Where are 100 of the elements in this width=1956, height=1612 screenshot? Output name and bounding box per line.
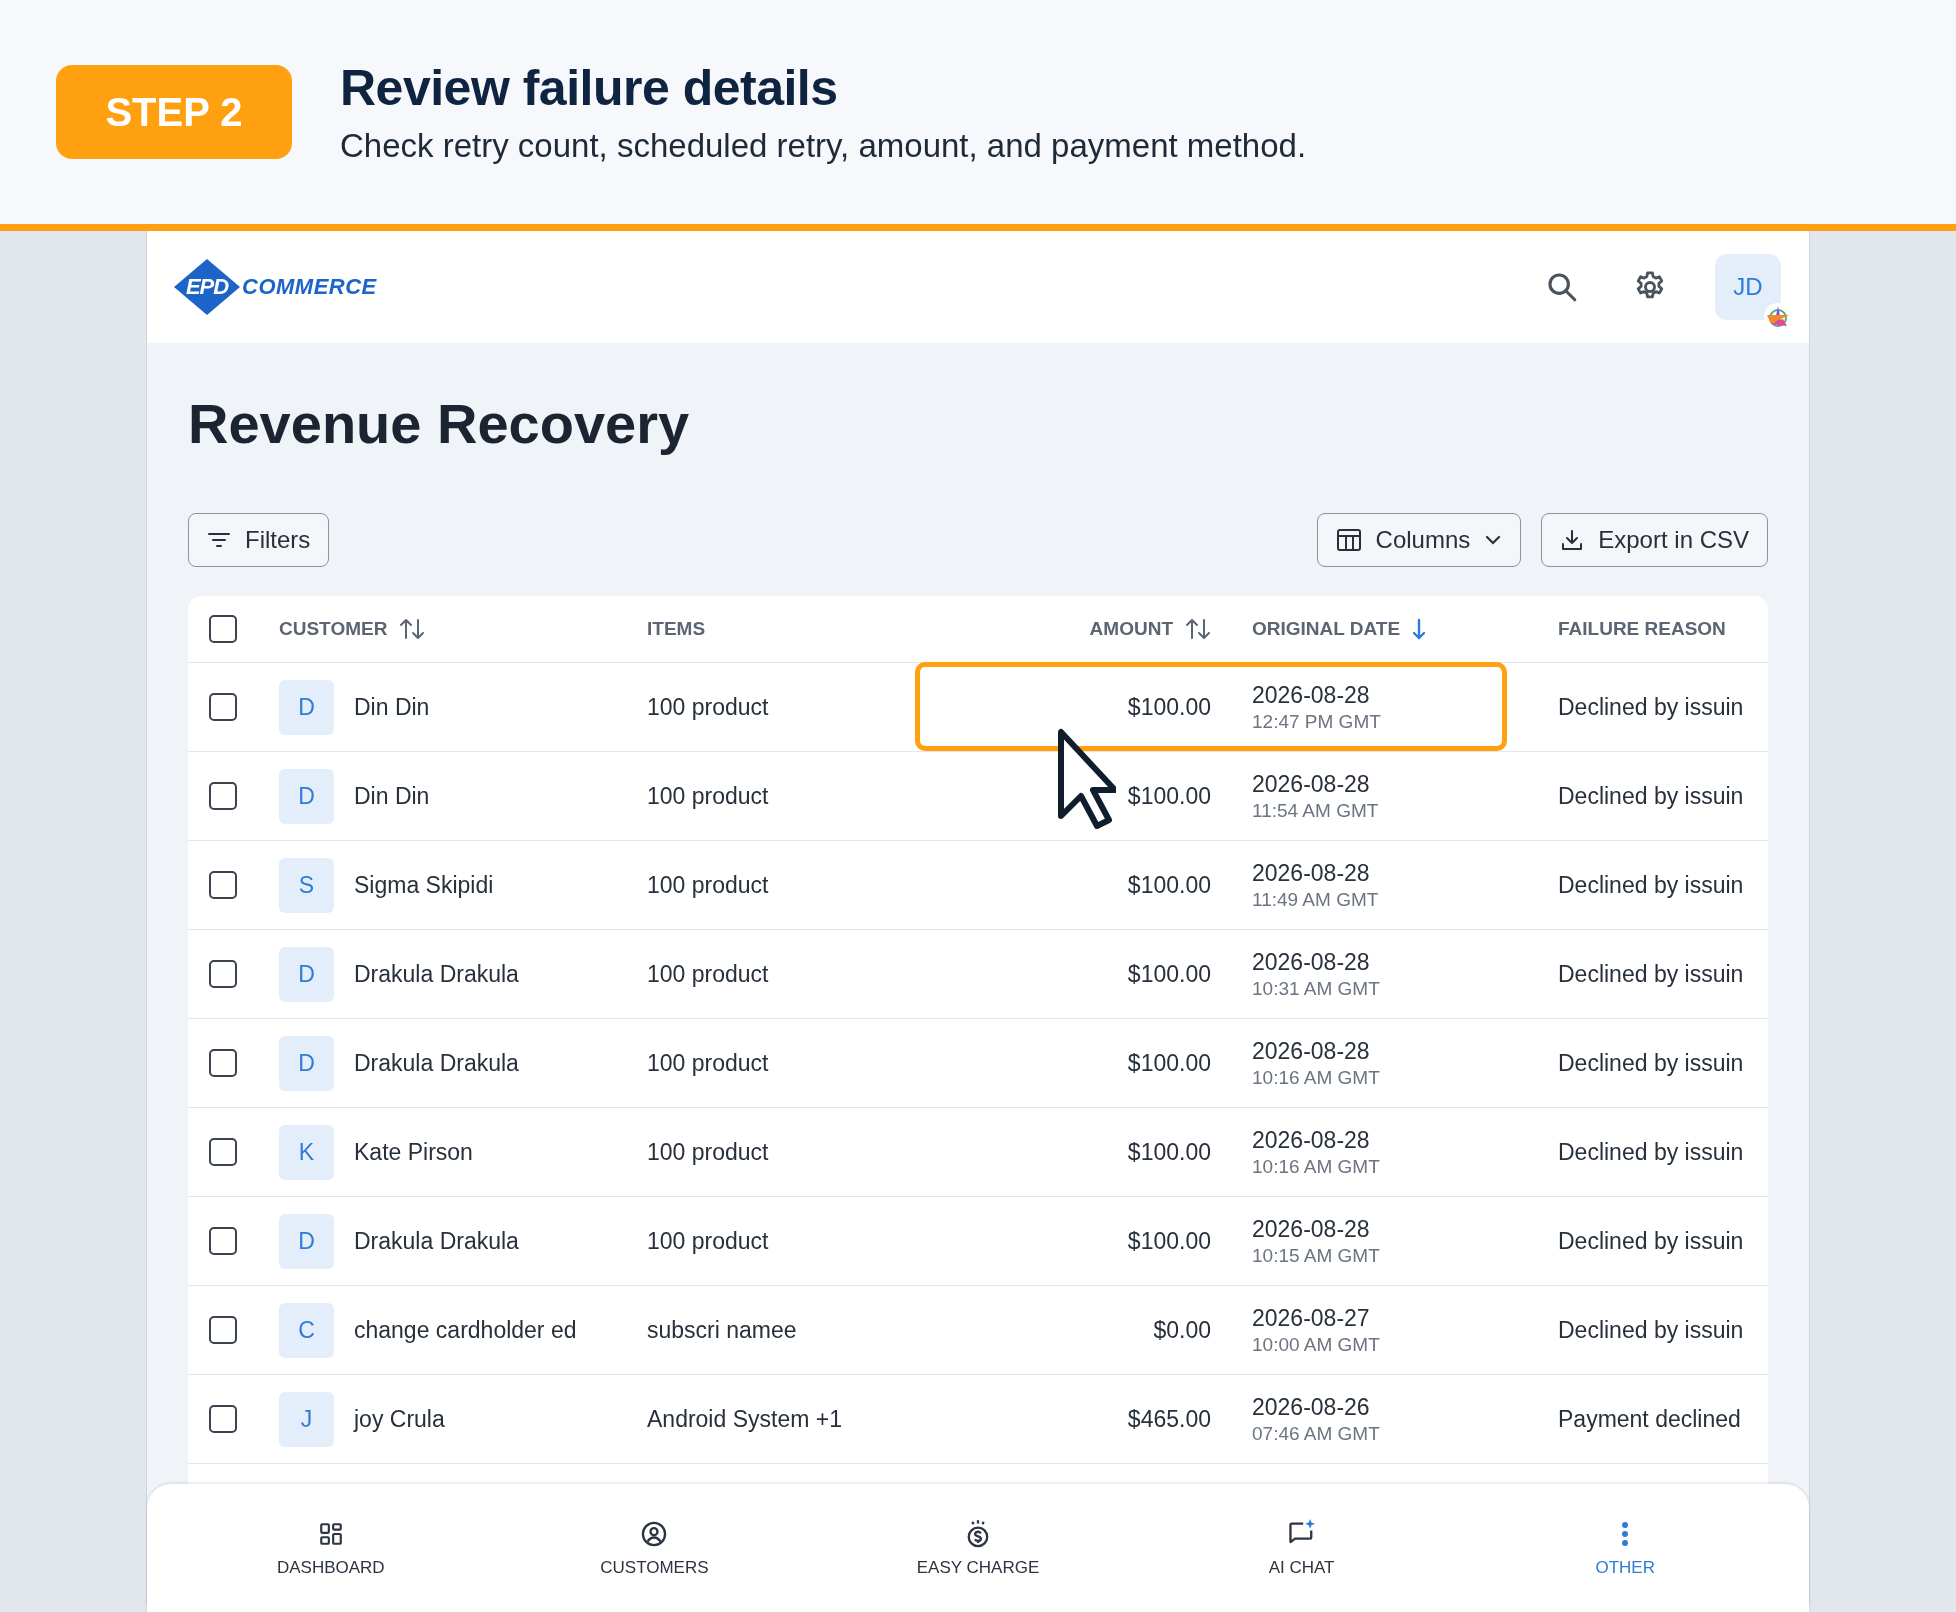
sort-icon[interactable] — [1185, 618, 1211, 640]
table-row[interactable]: K Kate Pirson 100 product $100.00 2026-08-28 10:16 AM GMT Declined by issuin — [188, 1108, 1768, 1197]
row-checkbox[interactable] — [209, 1227, 237, 1255]
sort-down-icon[interactable] — [1412, 618, 1427, 640]
download-icon — [1560, 528, 1585, 552]
items-cell-text: 100 product — [647, 1227, 770, 1255]
row-checkbox[interactable] — [209, 871, 237, 899]
customer-name: Drakula Drakula — [354, 1049, 519, 1077]
customer-initial: D — [279, 679, 334, 735]
failure-reason-cell-text: Declined by issuin — [1558, 1138, 1745, 1166]
customer-initial: C — [279, 1302, 334, 1358]
chevron-down-icon — [1484, 534, 1503, 546]
customer-name: Din Din — [354, 693, 430, 721]
customer-name: change cardholder ed — [354, 1316, 577, 1344]
export-button[interactable]: Export in CSV — [1541, 513, 1768, 567]
amount-cell-text: $0.00 — [1152, 1316, 1211, 1344]
user-avatar[interactable]: JD — [1715, 254, 1781, 320]
row-checkbox[interactable] — [209, 960, 237, 988]
row-checkbox[interactable] — [209, 782, 237, 810]
column-header[interactable]: ORIGINAL DATE — [1252, 618, 1401, 640]
filters-button[interactable]: Filters — [188, 513, 330, 567]
customer-name: Drakula Drakula — [354, 960, 519, 988]
time-text: 10:16 AM GMT — [1252, 1066, 1381, 1089]
table-row[interactable]: D Din Din 100 product $100.00 2026-08-28 12:47 PM GMT Declined by issuin — [188, 663, 1768, 752]
customer-name: Kate Pirson — [354, 1138, 473, 1166]
column-header[interactable]: CUSTOMER — [279, 618, 388, 640]
amount-cell-text: $465.00 — [1126, 1405, 1211, 1433]
items-cell-text: 100 product — [647, 871, 770, 899]
time-text: 12:47 PM GMT — [1252, 710, 1382, 733]
step-badge: STEP 2 — [56, 65, 292, 159]
time-text: 11:49 AM GMT — [1252, 888, 1380, 911]
items-cell-text: 100 product — [647, 693, 770, 721]
table-row[interactable]: D Drakula Drakula 100 product $100.00 2026-08-28 10:15 AM GMT Declined by issuin — [188, 1197, 1768, 1286]
failure-reason-cell-text: Declined by issuin — [1558, 1049, 1745, 1077]
time-text: 10:31 AM GMT — [1252, 977, 1381, 1000]
search-icon — [1545, 270, 1579, 304]
row-checkbox[interactable] — [209, 1405, 237, 1433]
items-cell-text: Android System +1 — [647, 1405, 843, 1433]
filter-icon — [207, 530, 231, 550]
amount-cell-text: $100.00 — [1126, 1227, 1211, 1255]
failure-reason-cell-text: Declined by issuin — [1558, 871, 1745, 899]
date-text: 2026-08-28 — [1252, 681, 1371, 709]
table-row[interactable]: J joy Crula Android System +1 $465.00 2026-08-26 07:46 AM GMT Payment declined — [188, 1375, 1768, 1464]
amount-cell-text: $100.00 — [1126, 1049, 1211, 1077]
amount-cell-text: $100.00 — [1126, 1138, 1211, 1166]
grid-icon — [317, 1521, 344, 1547]
table-row[interactable]: S Sigma Skipidi 100 product $100.00 2026-08-28 11:49 AM GMT Declined by issuin — [188, 841, 1768, 930]
amount-cell-text: $100.00 — [1126, 782, 1211, 810]
mouse-pointer-icon — [1056, 728, 1116, 830]
sort-icon[interactable] — [399, 618, 426, 640]
customer-initial: J — [279, 1391, 334, 1447]
date-text: 2026-08-28 — [1252, 859, 1371, 887]
logo-text: COMMERCE — [242, 274, 377, 300]
columns-icon — [1335, 528, 1362, 552]
items-cell-text: 100 product — [647, 1049, 770, 1077]
customer-name: Sigma Skipidi — [354, 871, 494, 899]
more-icon — [1621, 1521, 1630, 1547]
amount-cell-text: $100.00 — [1126, 693, 1211, 721]
row-checkbox[interactable] — [209, 1138, 237, 1166]
items-cell-text: 100 product — [647, 960, 770, 988]
nav-tab[interactable]: EASY CHARGE — [816, 1484, 1140, 1612]
date-text: 2026-08-26 — [1252, 1393, 1371, 1421]
table-row[interactable]: D Drakula Drakula 100 product $100.00 2026-08-28 10:31 AM GMT Declined by issuin — [188, 930, 1768, 1019]
table-row[interactable]: C change cardholder ed subscri namee $0.00 2026-08-27 10:00 AM GMT Declined by issuin — [188, 1286, 1768, 1375]
table-row[interactable]: D Drakula Drakula 100 product $100.00 2026-08-28 10:16 AM GMT Declined by issuin — [188, 1019, 1768, 1108]
date-text: 2026-08-27 — [1252, 1304, 1371, 1332]
column-header[interactable]: ITEMS — [647, 618, 706, 640]
customer-initial: K — [279, 1124, 334, 1180]
failure-reason-cell-text: Payment declined — [1558, 1405, 1742, 1433]
items-cell-text: 100 product — [647, 782, 770, 810]
logo-mark: EPD — [174, 259, 240, 315]
customer-name: Drakula Drakula — [354, 1227, 519, 1255]
date-text: 2026-08-28 — [1252, 948, 1371, 976]
row-checkbox[interactable] — [209, 1316, 237, 1344]
time-text: 10:16 AM GMT — [1252, 1155, 1381, 1178]
customer-initial: D — [279, 1213, 334, 1269]
row-checkbox[interactable] — [209, 693, 237, 721]
nav-tab[interactable]: AI CHAT — [1139, 1484, 1464, 1612]
page-title: Revenue Recovery — [188, 391, 691, 457]
time-text: 11:54 AM GMT — [1252, 799, 1380, 822]
nav-tab[interactable]: OTHER — [1463, 1484, 1787, 1612]
customer-name: Din Din — [354, 782, 430, 810]
failure-reason-cell-text: Declined by issuin — [1558, 693, 1745, 721]
columns-button[interactable]: Columns — [1316, 513, 1522, 567]
column-header[interactable]: FAILURE REASON — [1558, 618, 1726, 640]
customer-name: joy Crula — [354, 1405, 445, 1433]
time-text: 07:46 AM GMT — [1252, 1422, 1381, 1445]
customer-initial: D — [279, 768, 334, 824]
row-checkbox[interactable] — [209, 1049, 237, 1077]
banner-subtitle: Check retry count, scheduled retry, amount, and payment method. — [340, 127, 1307, 165]
customer-initial: D — [279, 1035, 334, 1091]
select-all-checkbox[interactable] — [209, 615, 237, 643]
customer-initial: S — [279, 857, 334, 913]
time-text: 10:15 AM GMT — [1252, 1244, 1381, 1267]
amount-cell-text: $100.00 — [1126, 960, 1211, 988]
nav-tab[interactable]: CUSTOMERS — [492, 1484, 817, 1612]
nav-tab[interactable]: DASHBOARD — [169, 1484, 493, 1612]
date-text: 2026-08-28 — [1252, 770, 1371, 798]
column-header[interactable]: AMOUNT — [1089, 618, 1173, 640]
failure-reason-cell-text: Declined by issuin — [1558, 1227, 1745, 1255]
